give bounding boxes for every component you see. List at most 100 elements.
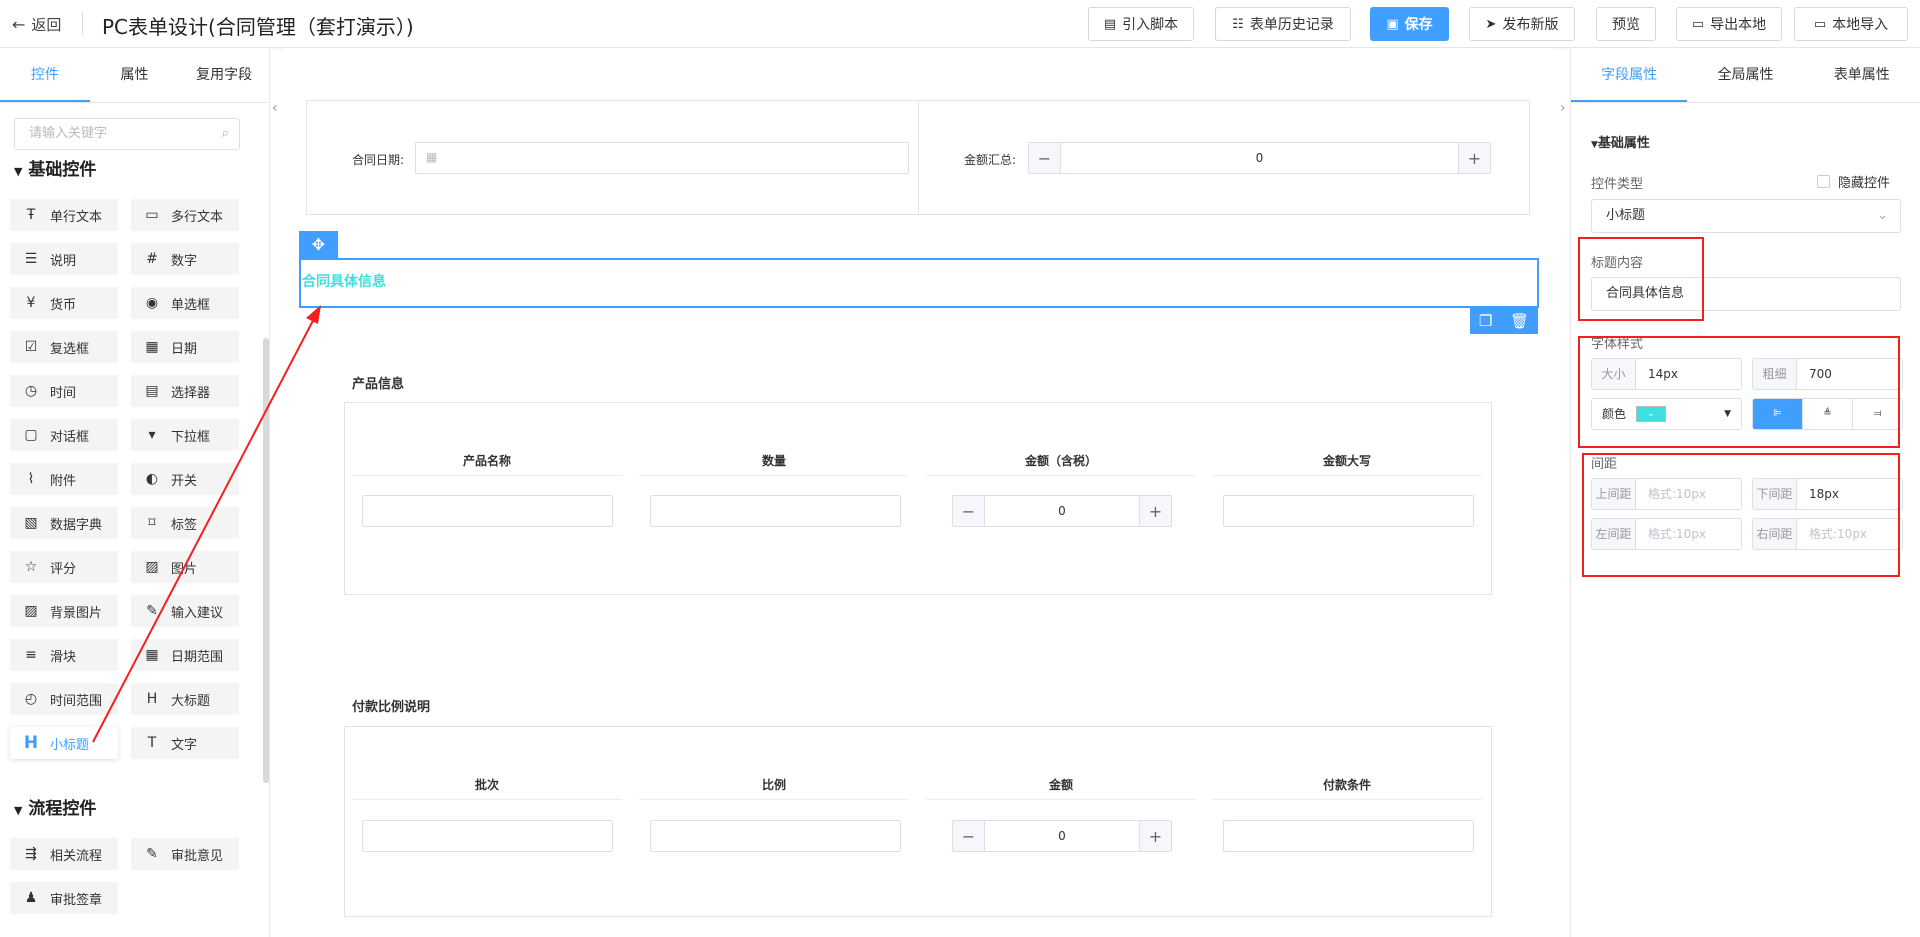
control-item[interactable]: T 文字	[131, 727, 239, 759]
control-label: 大标题	[171, 693, 211, 709]
control-item[interactable]: ▨ 背景图片	[10, 595, 118, 627]
plus-icon[interactable]: +	[1139, 821, 1171, 851]
checkbox-icon	[1817, 175, 1830, 188]
control-label: 下拉框	[171, 429, 211, 445]
control-item[interactable]: ¥ 货币	[10, 287, 118, 319]
control-item[interactable]: ▭ 多行文本	[131, 199, 239, 231]
plus-icon[interactable]: +	[1139, 496, 1171, 526]
caret-down-icon: ▼	[14, 165, 23, 178]
tab-controls[interactable]: 控件	[0, 48, 90, 102]
payment-batch-input[interactable]	[362, 820, 613, 852]
back-button[interactable]: ← 返回	[12, 14, 61, 35]
product-amount-upper-input[interactable]	[1223, 495, 1474, 527]
publish-button[interactable]: ➤ 发布新版	[1469, 7, 1575, 41]
contract-date-input[interactable]: ▦	[415, 142, 909, 174]
right-tabs: 字段属性 全局属性 表单属性	[1571, 48, 1920, 103]
collapse-right-icon[interactable]: ›	[1560, 100, 1566, 116]
tab-global-properties[interactable]: 全局属性	[1687, 48, 1803, 102]
import-local-button[interactable]: ▭ 本地导入	[1794, 7, 1908, 41]
arrow-left-icon: ←	[12, 15, 26, 34]
product-name-input[interactable]	[362, 495, 613, 527]
control-item[interactable]: ≡ 滑块	[10, 639, 118, 671]
heading-icon: H	[146, 691, 158, 707]
control-label: 复选框	[50, 341, 90, 357]
payment-header-batch: 批次	[352, 770, 622, 800]
control-type-select[interactable]: 小标题 ⌄	[1591, 199, 1901, 233]
import-script-button[interactable]: ▤ 引入脚本	[1088, 7, 1194, 41]
payment-amount-stepper[interactable]: − 0 +	[952, 820, 1172, 852]
plus-icon[interactable]: +	[1458, 143, 1490, 173]
tab-field-properties[interactable]: 字段属性	[1571, 48, 1688, 102]
control-label: 单选框	[171, 297, 211, 313]
control-item[interactable]: ◉ 单选框	[131, 287, 239, 319]
send-icon: ➤	[1485, 16, 1497, 32]
move-handle-icon[interactable]: ✥	[299, 231, 338, 258]
product-header-amount-upper: 金额大写	[1212, 446, 1482, 476]
control-item[interactable]: ♟ 审批签章	[10, 882, 118, 914]
control-item[interactable]: ⌑ 标签	[131, 507, 239, 539]
control-label: 评分	[50, 561, 77, 577]
copy-icon[interactable]: ❐	[1479, 312, 1492, 330]
control-item[interactable]: ▨ 图片	[131, 551, 239, 583]
selected-heading-block[interactable]: 合同具体信息	[299, 258, 1539, 308]
dictionary-icon: ▧	[24, 515, 38, 531]
left-tabs: 控件 属性 复用字段	[0, 48, 269, 103]
control-item[interactable]: ☆ 评分	[10, 551, 118, 583]
textarea-icon: ▭	[145, 207, 159, 223]
minus-icon[interactable]: −	[953, 821, 985, 851]
control-label: 图片	[171, 561, 198, 577]
payment-ratio-input[interactable]	[650, 820, 901, 852]
left-scrollbar[interactable]	[263, 338, 269, 783]
number-icon: #	[146, 251, 158, 267]
product-amount-stepper[interactable]: − 0 +	[952, 495, 1172, 527]
stamp-icon: ♟	[24, 890, 38, 906]
minus-icon[interactable]: −	[1029, 143, 1061, 173]
control-item[interactable]: ☑ 复选框	[10, 331, 118, 363]
flow-controls-title[interactable]: ▼ 流程控件	[14, 794, 96, 819]
control-item[interactable]: ✎ 输入建议	[131, 595, 239, 627]
control-label: 开关	[171, 473, 198, 489]
control-item[interactable]: ⇶ 相关流程	[10, 838, 118, 870]
control-item[interactable]: ◐ 开关	[131, 463, 239, 495]
control-item[interactable]: ▢ 对话框	[10, 419, 118, 451]
search-input[interactable]: 请输入关键字 ⌕	[14, 118, 240, 150]
control-item[interactable]: ▦ 日期	[131, 331, 239, 363]
control-item[interactable]: ▧ 数据字典	[10, 507, 118, 539]
checkbox-icon: ☑	[24, 339, 38, 355]
currency-icon: ¥	[26, 295, 36, 311]
trash-icon[interactable]: 🗑	[1510, 312, 1529, 330]
amount-total-stepper[interactable]: − 0 +	[1028, 142, 1491, 174]
control-item[interactable]: # 数字	[131, 243, 239, 275]
control-item[interactable]: ◴ 时间范围	[10, 683, 118, 715]
payment-condition-input[interactable]	[1223, 820, 1474, 852]
basic-props-title[interactable]: ▼基础属性	[1591, 132, 1650, 151]
collapse-left-icon[interactable]: ‹	[272, 100, 278, 116]
preview-button[interactable]: 预览	[1596, 7, 1656, 41]
basic-controls-title[interactable]: ▼ 基础控件	[14, 155, 96, 180]
control-item[interactable]: ☰ 说明	[10, 243, 118, 275]
control-item[interactable]: ▦ 日期范围	[131, 639, 239, 671]
control-item[interactable]: Ŧ 单行文本	[10, 199, 118, 231]
tab-properties[interactable]: 属性	[90, 48, 180, 102]
control-item[interactable]: ▾ 下拉框	[131, 419, 239, 451]
control-item[interactable]: ⌇ 附件	[10, 463, 118, 495]
control-item[interactable]: ▤ 选择器	[131, 375, 239, 407]
amount-total-label: 金额汇总:	[964, 153, 1017, 167]
control-item[interactable]: ◷ 时间	[10, 375, 118, 407]
control-item[interactable]: ✎ 审批意见	[131, 838, 239, 870]
history-button[interactable]: ☷ 表单历史记录	[1215, 7, 1351, 41]
control-item[interactable]: H 小标题	[10, 727, 118, 759]
payment-title: 付款比例说明	[352, 700, 431, 715]
form-canvas: 合同日期: ▦ 金额汇总: − 0 + ✥ 合同具体信息 ❐ 🗑 产品信息 产品…	[284, 48, 1554, 937]
product-qty-input[interactable]	[650, 495, 901, 527]
tab-form-properties[interactable]: 表单属性	[1804, 48, 1920, 102]
control-item[interactable]: H 大标题	[131, 683, 239, 715]
export-button[interactable]: ▭ 导出本地	[1676, 7, 1782, 41]
paperclip-icon: ⌇	[27, 471, 35, 487]
save-button[interactable]: ▣ 保存	[1370, 7, 1449, 41]
tab-reuse-fields[interactable]: 复用字段	[179, 48, 269, 102]
dropdown-icon: ▾	[148, 427, 156, 443]
control-label: 说明	[50, 253, 77, 269]
hide-control-checkbox[interactable]: 隐藏控件	[1817, 172, 1890, 191]
minus-icon[interactable]: −	[953, 496, 985, 526]
